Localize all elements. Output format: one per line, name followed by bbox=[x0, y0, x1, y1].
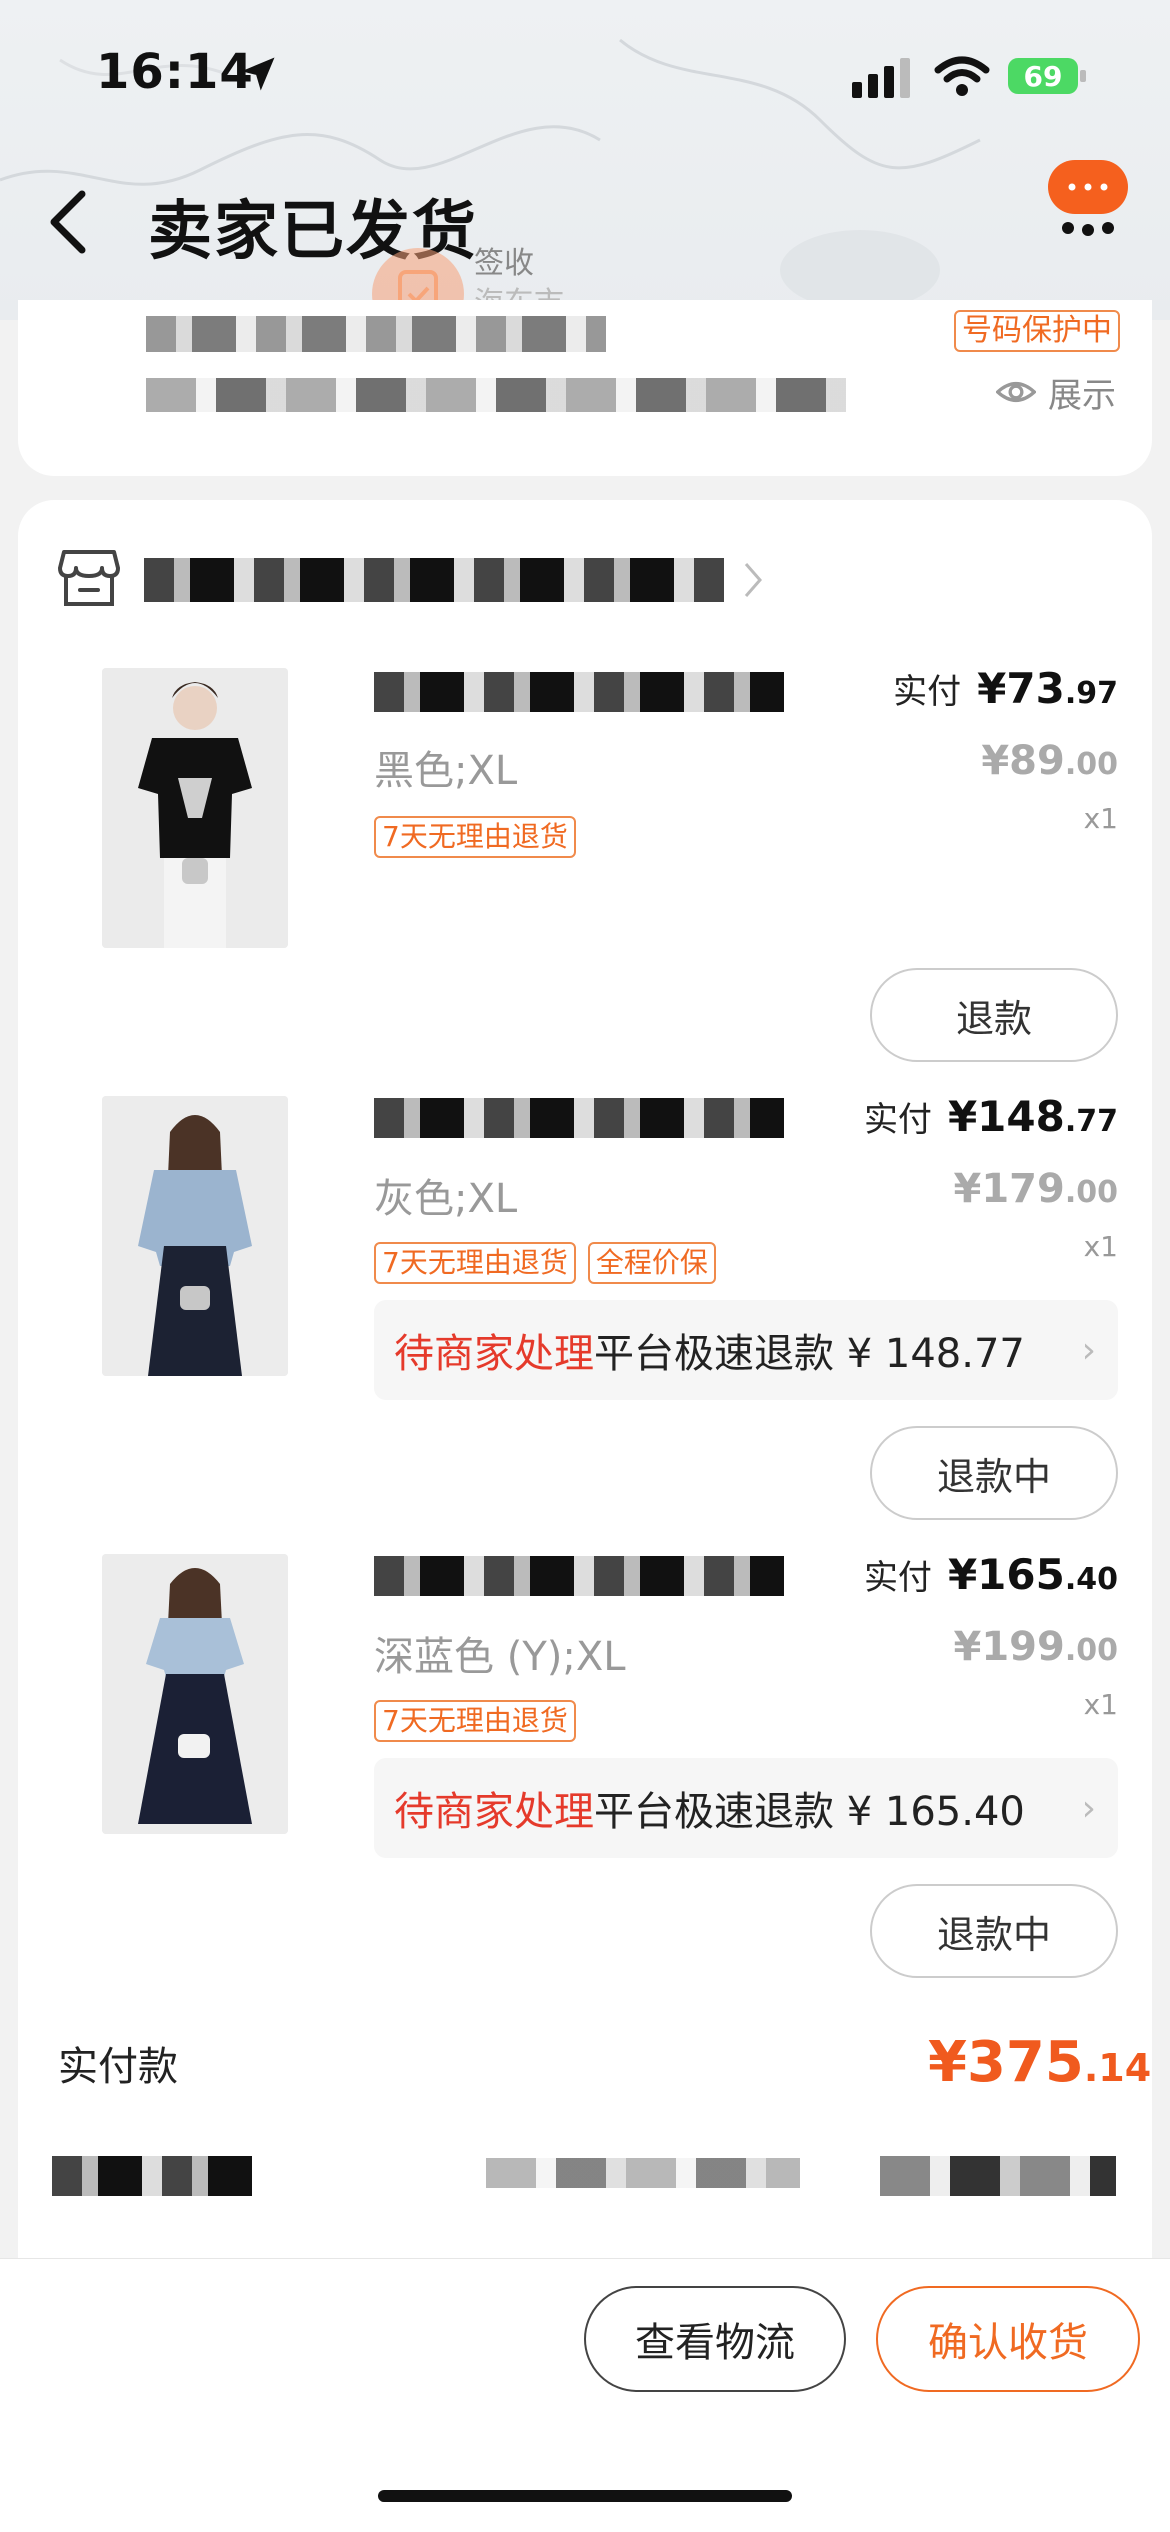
paid-int: ¥148 bbox=[947, 1092, 1065, 1141]
return-policy-tag: 7天无理由退货 bbox=[374, 1242, 576, 1284]
shop-name-redacted[interactable] bbox=[144, 558, 724, 602]
quantity: x1 bbox=[1083, 1688, 1118, 1721]
address-redacted bbox=[146, 316, 606, 352]
product-title-redacted[interactable] bbox=[374, 1098, 784, 1138]
refund-button[interactable]: 退款 bbox=[870, 968, 1118, 1062]
price-protect-tag: 全程价保 bbox=[587, 1242, 716, 1284]
product-image[interactable] bbox=[102, 668, 288, 948]
return-policy-tag: 7天无理由退货 bbox=[374, 1700, 576, 1742]
cellular-signal-icon bbox=[852, 58, 910, 98]
order-info-redacted bbox=[486, 2158, 800, 2188]
original-price: ¥89.00 bbox=[981, 738, 1118, 784]
orig-int: ¥89 bbox=[981, 738, 1065, 784]
refunding-button[interactable]: 退款中 bbox=[870, 1426, 1118, 1520]
view-logistics-button[interactable]: 查看物流 bbox=[584, 2286, 846, 2392]
product-image[interactable] bbox=[102, 1554, 288, 1834]
paid-dec: .77 bbox=[1064, 1104, 1118, 1139]
refund-progress-bar[interactable]: 待商家处理 平台极速退款 ¥ 148.77 › bbox=[374, 1300, 1118, 1400]
product-spec: 深蓝色 (Y);XL bbox=[374, 1634, 626, 1680]
order-info-redacted bbox=[52, 2156, 252, 2196]
address-redacted-line bbox=[146, 378, 846, 412]
product-spec: 黑色;XL bbox=[374, 748, 518, 794]
order-info-redacted bbox=[880, 2156, 1116, 2196]
show-toggle[interactable]: 展示 bbox=[1048, 368, 1116, 417]
paid-price: 实付 ¥148.77 bbox=[864, 1092, 1118, 1141]
product-spec: 灰色;XL bbox=[374, 1176, 518, 1222]
map-label-line1: 签收 bbox=[474, 246, 534, 281]
refund-progress-bar[interactable]: 待商家处理 平台极速退款 ¥ 165.40 › bbox=[374, 1758, 1118, 1858]
original-price: ¥179.00 bbox=[954, 1166, 1118, 1212]
original-price: ¥199.00 bbox=[954, 1624, 1118, 1670]
chevron-right-icon[interactable] bbox=[742, 560, 764, 600]
refund-text: 平台极速退款 ¥ 165.40 bbox=[594, 1789, 1025, 1835]
refund-status: 待商家处理 bbox=[394, 1331, 594, 1377]
paid-label: 实付 bbox=[863, 1100, 932, 1140]
product-title-redacted[interactable] bbox=[374, 672, 784, 712]
return-policy-tag: 7天无理由退货 bbox=[374, 816, 576, 858]
paid-int: ¥73 bbox=[977, 664, 1065, 713]
orig-dec: .00 bbox=[1064, 1633, 1118, 1668]
paid-label: 实付 bbox=[893, 672, 962, 712]
phone-protect-tag: 号码保护中 bbox=[954, 310, 1120, 352]
quantity: x1 bbox=[1083, 1230, 1118, 1263]
quantity: x1 bbox=[1083, 802, 1118, 835]
refund-status: 待商家处理 bbox=[394, 1789, 594, 1835]
refund-text: 平台极速退款 ¥ 148.77 bbox=[594, 1331, 1025, 1377]
product-tags: 7天无理由退货 全程价保 bbox=[374, 1242, 716, 1284]
chevron-right-icon: › bbox=[1081, 1787, 1096, 1829]
status-time: 16:14 bbox=[96, 44, 254, 100]
wifi-icon bbox=[934, 56, 990, 96]
total-int: ¥375 bbox=[928, 2030, 1084, 2095]
more-options-icon[interactable] bbox=[1046, 158, 1130, 242]
confirm-receipt-button[interactable]: 确认收货 bbox=[876, 2286, 1140, 2392]
eye-icon[interactable] bbox=[996, 372, 1036, 412]
product-title-redacted[interactable] bbox=[374, 1556, 784, 1596]
location-arrow-icon bbox=[241, 57, 275, 91]
orig-dec: .00 bbox=[1064, 747, 1118, 782]
paid-price: 实付 ¥73.97 bbox=[893, 664, 1118, 713]
back-arrow-icon[interactable] bbox=[46, 190, 90, 254]
battery-indicator: 69 bbox=[1008, 54, 1088, 98]
product-image[interactable] bbox=[102, 1096, 288, 1376]
total-label: 实付款 bbox=[58, 2044, 178, 2090]
total-dec: .14 bbox=[1083, 2046, 1152, 2090]
orig-dec: .00 bbox=[1064, 1175, 1118, 1210]
paid-dec: .97 bbox=[1064, 676, 1118, 711]
paid-label: 实付 bbox=[863, 1558, 932, 1598]
orig-int: ¥179 bbox=[953, 1166, 1065, 1212]
orig-int: ¥199 bbox=[953, 1624, 1065, 1670]
paid-dec: .40 bbox=[1064, 1562, 1118, 1597]
home-indicator[interactable] bbox=[378, 2490, 792, 2502]
shop-icon[interactable] bbox=[58, 548, 120, 608]
total-amount: ¥375.14 bbox=[928, 2030, 1151, 2095]
paid-price: 实付 ¥165.40 bbox=[864, 1550, 1118, 1599]
chevron-right-icon: › bbox=[1081, 1329, 1096, 1371]
paid-int: ¥165 bbox=[947, 1550, 1065, 1599]
battery-level: 69 bbox=[1023, 59, 1063, 93]
refunding-button[interactable]: 退款中 bbox=[870, 1884, 1118, 1978]
